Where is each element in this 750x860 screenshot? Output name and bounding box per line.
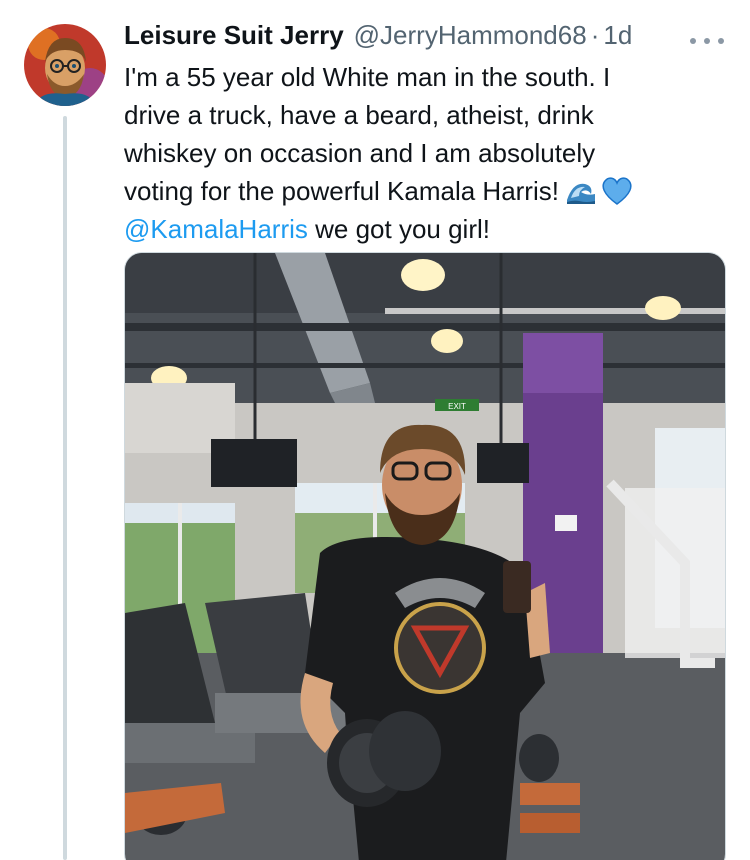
tweet-text-line: I'm a 55 year old White man in the south… bbox=[124, 62, 611, 92]
timestamp[interactable]: 1d bbox=[603, 20, 632, 51]
exit-sign-text: EXIT bbox=[448, 402, 466, 411]
user-handle[interactable]: @JerryHammond68 bbox=[354, 20, 587, 51]
mention-link[interactable]: @KamalaHarris bbox=[124, 214, 308, 244]
blue-heart-emoji bbox=[602, 177, 632, 205]
gym-mirror-selfie-image: EXIT bbox=[125, 253, 725, 860]
tweet-header: Leisure Suit Jerry @JerryHammond68 · 1d bbox=[124, 20, 632, 56]
tweet-text-line: whiskey on occasion and I am absolutely bbox=[124, 138, 596, 168]
tweet[interactable]: Leisure Suit Jerry @JerryHammond68 · 1d … bbox=[0, 0, 750, 860]
separator-dot: · bbox=[590, 20, 600, 50]
tweet-text-line: drive a truck, have a beard, atheist, dr… bbox=[124, 100, 594, 130]
tweet-text-segment: voting for the powerful Kamala Harris! bbox=[124, 176, 559, 206]
thread-line bbox=[63, 116, 67, 860]
tweet-text-line-with-emoji: voting for the powerful Kamala Harris! bbox=[124, 172, 734, 210]
avatar-illustration-icon bbox=[24, 24, 106, 106]
tweet-text: I'm a 55 year old White man in the south… bbox=[124, 58, 734, 248]
water-wave-emoji bbox=[564, 176, 597, 206]
tweet-photo[interactable]: EXIT bbox=[124, 252, 726, 860]
avatar[interactable] bbox=[24, 24, 106, 106]
tweet-text-segment: we got you girl! bbox=[307, 214, 490, 244]
more-options-icon[interactable] bbox=[690, 34, 724, 48]
tweet-text-line: @KamalaHarris we got you girl! bbox=[124, 210, 734, 248]
display-name[interactable]: Leisure Suit Jerry bbox=[124, 20, 344, 51]
